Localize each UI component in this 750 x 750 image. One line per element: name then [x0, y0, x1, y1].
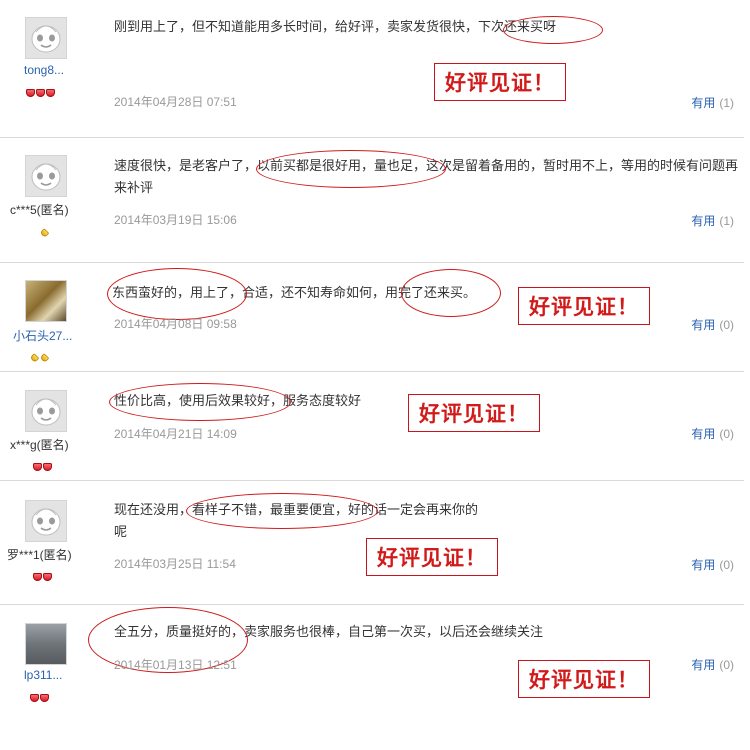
review-item: 小石头27... 东西蛮好的，用上了，合适，还不知寿命如何，用完了还来买。 好评…: [0, 263, 744, 372]
reviewer-level-badges: [29, 347, 50, 366]
useful-label[interactable]: 有用: [691, 214, 715, 228]
useful-count: (0): [719, 658, 734, 672]
review-content: 刚到用上了，但不知道能用多长时间，给好评，卖家发货很快，下次还来买呀: [114, 20, 557, 35]
red-heart-diamond-icon: [46, 89, 55, 97]
annotation-circle: [256, 150, 446, 188]
reviewer-name[interactable]: tong8...: [24, 63, 64, 77]
avatar[interactable]: [25, 623, 67, 665]
useful-count: (0): [719, 318, 734, 332]
useful-vote-button[interactable]: 有用 (1): [691, 212, 734, 229]
useful-vote-button[interactable]: 有用 (0): [691, 556, 734, 573]
review-item: tong8... 刚到用上了，但不知道能用多长时间，给好评，卖家发货很快，下次还…: [0, 0, 744, 138]
useful-vote-button[interactable]: 有用 (1): [691, 94, 734, 111]
red-heart-diamond-icon: [40, 694, 49, 702]
reviewer-name: c***5(匿名): [10, 203, 69, 217]
avatar[interactable]: [25, 17, 67, 59]
reviewer-name[interactable]: lp311...: [24, 668, 62, 682]
useful-label[interactable]: 有用: [691, 658, 715, 672]
useful-count: (1): [719, 96, 734, 110]
review-date: 2014年03月19日 15:06: [114, 213, 237, 227]
ghost-face-icon: [26, 501, 66, 541]
red-heart-diamond-icon: [26, 89, 35, 97]
useful-label[interactable]: 有用: [691, 427, 715, 441]
reviewer-level-badges: [33, 566, 53, 585]
review-item: x***g(匿名) 性价比高，使用后效果较好，服务态度较好 好评见证！ 2014…: [0, 372, 744, 481]
red-heart-diamond-icon: [36, 89, 45, 97]
useful-count: (1): [719, 214, 734, 228]
gold-diamond-icon: [39, 353, 50, 363]
avatar[interactable]: [25, 390, 67, 432]
red-heart-diamond-icon: [33, 463, 42, 471]
reviewer-name[interactable]: 小石头27...: [13, 327, 72, 344]
ghost-face-icon: [26, 18, 66, 58]
annotation-circle: [401, 269, 501, 317]
useful-count: (0): [719, 427, 734, 441]
good-review-stamp: 好评见证！: [366, 538, 498, 576]
review-item: 罗***1(匿名) 现在还没用，看样子不错，最重要便宜，好的话一定会再来你的呢 …: [0, 481, 744, 605]
review-date: 2014年01月13日 12:51: [114, 658, 237, 672]
review-date: 2014年04月28日 07:51: [114, 95, 237, 109]
review-item: lp311... 全五分，质量挺好的，卖家服务也很棒，自己第一次买，以后还会继续…: [0, 605, 744, 745]
useful-label[interactable]: 有用: [691, 318, 715, 332]
useful-count: (0): [719, 558, 734, 572]
useful-label[interactable]: 有用: [691, 96, 715, 110]
avatar[interactable]: [25, 155, 67, 197]
red-heart-diamond-icon: [33, 573, 42, 581]
useful-vote-button[interactable]: 有用 (0): [691, 316, 734, 333]
annotation-circle: [107, 268, 247, 320]
gold-diamond-icon: [29, 353, 40, 363]
good-review-stamp: 好评见证！: [518, 660, 650, 698]
useful-vote-button[interactable]: 有用 (0): [691, 425, 734, 442]
ghost-face-icon: [26, 156, 66, 196]
good-review-stamp: 好评见证！: [434, 63, 566, 101]
reviewer-level-badges: [39, 222, 50, 241]
annotation-circle: [109, 383, 291, 421]
review-date: 2014年03月25日 11:54: [114, 557, 236, 571]
reviewer-level-badges: [26, 82, 56, 101]
red-heart-diamond-icon: [43, 463, 52, 471]
reviewer-name: x***g(匿名): [10, 438, 69, 452]
reviewer-name: 罗***1(匿名): [7, 548, 72, 562]
good-review-stamp: 好评见证！: [408, 394, 540, 432]
useful-label[interactable]: 有用: [691, 558, 715, 572]
review-item: c***5(匿名) 速度很快，是老客户了，以前买都是很好用，量也足，这次是留着备…: [0, 138, 744, 263]
red-heart-diamond-icon: [43, 573, 52, 581]
ghost-face-icon: [26, 391, 66, 431]
reviewer-level-badges: [33, 456, 53, 475]
red-heart-diamond-icon: [30, 694, 39, 702]
good-review-stamp: 好评见证！: [518, 287, 650, 325]
annotation-circle: [503, 16, 603, 44]
reviewer-level-badges: [30, 687, 50, 706]
review-date: 2014年04月21日 14:09: [114, 427, 237, 441]
useful-vote-button[interactable]: 有用 (0): [691, 656, 734, 673]
annotation-circle: [186, 493, 378, 529]
gold-diamond-icon: [39, 228, 50, 238]
review-date: 2014年04月08日 09:58: [114, 317, 237, 331]
avatar[interactable]: [25, 280, 67, 322]
avatar[interactable]: [25, 500, 67, 542]
